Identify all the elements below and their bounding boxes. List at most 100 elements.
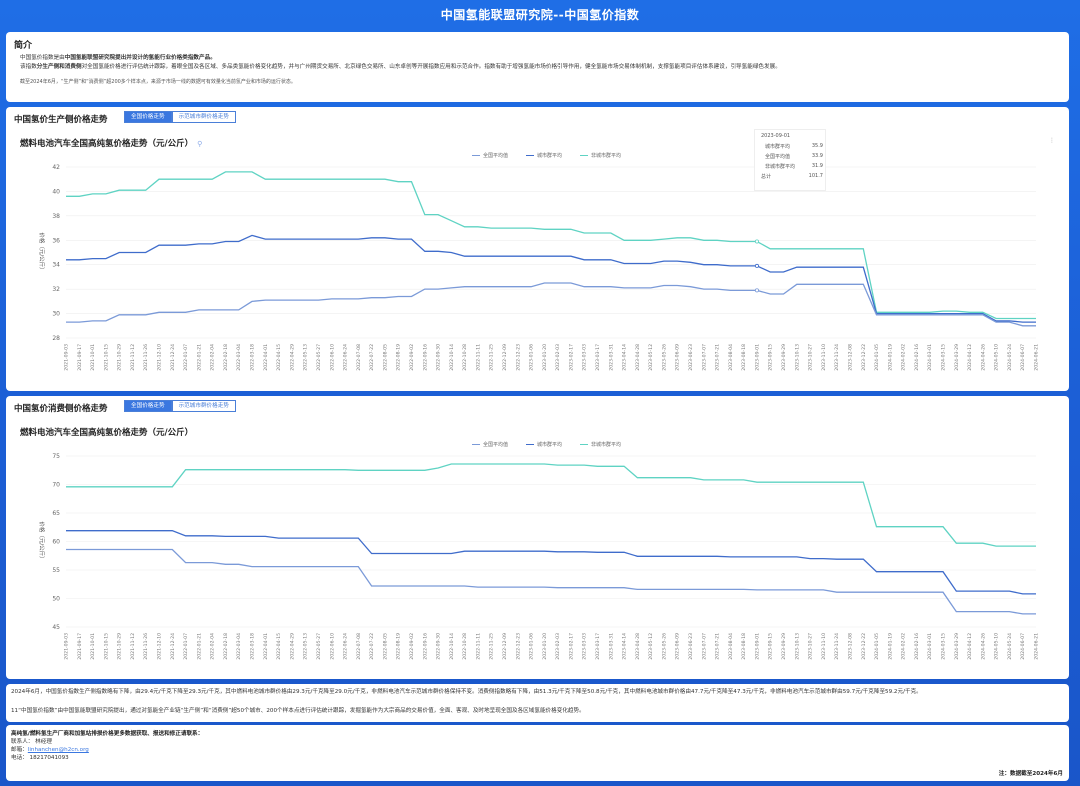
legend-item-national[interactable]: 全国平均值	[472, 441, 508, 448]
x-tick-label: 2022-05-13	[303, 344, 309, 371]
x-tick-label: 2022-04-15	[276, 344, 282, 371]
x-tick-label: 2021-10-15	[103, 344, 109, 371]
x-tick-label: 2023-10-27	[808, 633, 814, 660]
x-tick-label: 2023-03-31	[608, 633, 614, 660]
intro-panel: 简介 中国氢价指数是由中国氢能联盟研究院提出并设计的氢能行业价格类指数产品。 该…	[6, 32, 1069, 102]
tooltip-value: 33.9	[811, 153, 823, 159]
tooltip-row-total: 总计 101.7	[761, 173, 823, 180]
contact-email-row: 邮箱：linhanchen@h2cn.org	[11, 745, 89, 753]
tooltip-value: 31.9	[811, 163, 823, 169]
x-tick-label: 2021-12-10	[157, 344, 163, 371]
x-tick-label: 2023-07-07	[701, 633, 707, 660]
x-tick-label: 2023-08-18	[741, 344, 747, 371]
x-tick-label: 2024-04-26	[980, 344, 986, 371]
production-section: 28 30 32 34 36 38 40 42 价格（元/公斤） 2021-09-03 2021-0…	[6, 107, 1069, 391]
x-tick-label: 2024-01-19	[887, 344, 893, 371]
y-tick-label: 32	[52, 286, 60, 293]
x-tick-label: 2021-11-26	[143, 633, 149, 660]
x-tick-label: 2024-01-19	[887, 633, 893, 660]
x-tick-label: 2023-06-23	[688, 633, 694, 660]
x-tick-label: 2022-09-02	[409, 344, 415, 371]
x-tick-label: 2024-03-01	[927, 344, 933, 371]
x-tick-label: 2024-04-12	[967, 344, 973, 371]
legend-item-noncity[interactable]: 非城市群平均	[580, 441, 621, 448]
x-tick-label: 2022-12-23	[515, 633, 521, 660]
x-tick-label: 2022-10-28	[462, 344, 468, 371]
tab-city-cluster-price[interactable]: 示范城市群价格走势	[171, 400, 236, 412]
consumption-section-title: 中国氢价消费侧价格走势	[14, 404, 108, 414]
summary-note-panel: 2024年6月，中国氢价指数生产侧指数略有下降，由29.4元/千克下降至29.3…	[6, 684, 1069, 722]
x-tick-label: 2023-03-03	[582, 633, 588, 660]
legend-swatch	[526, 155, 535, 156]
x-tick-label: 2022-02-04	[210, 344, 216, 371]
x-tick-label: 2022-01-21	[196, 633, 202, 660]
chart-tooltip: 2023-09-01 城市群平均 35.9 全国平均值 33.9 非城市群平均 31.…	[754, 129, 826, 191]
consumption-section: 45 50 55 60 65 70 75 价格（元/公斤） 2021-09-03 2021-09-…	[6, 396, 1069, 679]
y-tick-label: 75	[52, 453, 60, 460]
x-tick-label: 2023-03-17	[595, 344, 601, 371]
x-tick-label: 2021-10-01	[90, 633, 96, 660]
x-tick-label: 2023-04-14	[622, 633, 628, 660]
x-tick-label: 2022-02-04	[210, 633, 216, 660]
x-tick-label: 2022-05-13	[303, 633, 309, 660]
x-tick-label: 2022-04-15	[276, 633, 282, 660]
series-line	[66, 548, 1036, 615]
x-tick-label: 2022-07-08	[356, 633, 362, 660]
tooltip-date: 2023-09-01	[761, 133, 791, 139]
x-tick-label: 2023-03-31	[608, 344, 614, 371]
x-tick-label: 2023-01-06	[529, 344, 535, 371]
x-tick-label: 2022-04-29	[289, 633, 295, 660]
x-tick-label: 2023-02-17	[568, 633, 574, 660]
chart-menu-icon[interactable]: ⋮	[1049, 137, 1055, 144]
y-tick-label: 45	[52, 624, 60, 631]
x-tick-label: 2022-12-09	[502, 344, 508, 371]
x-tick-label: 2023-12-08	[847, 344, 853, 371]
legend-swatch	[580, 155, 589, 156]
x-tick-label: 2022-02-18	[223, 344, 229, 371]
x-tick-label: 2024-06-07	[1020, 344, 1026, 371]
tab-national-price[interactable]: 全国价格走势	[124, 400, 172, 412]
link-icon[interactable]: ⚲	[197, 140, 202, 148]
x-tick-label: 2022-05-27	[316, 344, 322, 371]
tooltip-label: 非城市群平均	[765, 164, 796, 170]
legend-item-city[interactable]: 城市群平均	[526, 152, 562, 159]
x-tick-label: 2021-09-03	[64, 344, 70, 371]
x-tick-label: 2023-03-03	[582, 344, 588, 371]
consumption-chart: 45 50 55 60 65 70 75 价格（元/公斤） 2021-09-03 2021-09-…	[38, 453, 1040, 660]
x-tick-label: 2023-09-29	[781, 344, 787, 371]
y-axis-label: 价格（元/公斤）	[38, 232, 46, 272]
x-tick-label: 2024-03-29	[954, 344, 960, 371]
x-tick-label: 2024-06-21	[1034, 344, 1040, 371]
y-tick-label: 28	[52, 335, 60, 342]
x-tick-label: 2022-04-01	[263, 633, 269, 660]
x-tick-label: 2021-10-15	[103, 633, 109, 660]
x-tick-label: 2022-04-01	[263, 344, 269, 371]
series-line	[66, 463, 1036, 547]
x-tick-label: 2022-03-18	[250, 344, 256, 371]
x-tick-label: 2021-11-12	[130, 633, 136, 660]
legend-swatch	[472, 155, 480, 156]
legend-item-national[interactable]: 全国平均值	[472, 152, 508, 159]
legend-label: 全国平均值	[483, 442, 509, 448]
tooltip-label: 全国平均值	[765, 154, 791, 160]
tooltip-row: 城市群平均 35.9	[765, 143, 823, 150]
legend-item-noncity[interactable]: 非城市群平均	[580, 152, 621, 159]
x-tick-label: 2024-05-10	[994, 344, 1000, 371]
y-tick-label: 70	[52, 482, 60, 489]
x-tick-label: 2023-08-04	[728, 344, 734, 371]
intro-line2-mid: 对全国氢能价格进行评估统计跟踪，着眼全国及各区域、多品类氢能价格变化趋势，并与广…	[81, 64, 781, 70]
x-tick-label: 2022-10-28	[462, 633, 468, 660]
tab-city-cluster-price[interactable]: 示范城市群价格走势	[171, 111, 236, 123]
legend-item-city[interactable]: 城市群平均	[526, 441, 562, 448]
x-tick-label: 2023-05-26	[661, 344, 667, 371]
x-tick-label: 2023-03-17	[595, 633, 601, 660]
production-chart-title: 燃料电池汽车全国高纯氢价格走势（元/公斤） ⚲	[20, 137, 202, 149]
consumption-legend: 全国平均值 城市群平均 非城市群平均	[472, 441, 621, 448]
x-tick-label: 2023-06-09	[675, 344, 681, 371]
x-tick-label: 2023-02-03	[555, 344, 561, 371]
x-tick-label: 2022-06-10	[329, 344, 335, 371]
tab-national-price[interactable]: 全国价格走势	[124, 111, 172, 123]
x-tick-label: 2023-07-21	[715, 344, 721, 371]
x-tick-label: 2024-01-05	[874, 344, 880, 371]
x-tick-label: 2023-02-03	[555, 633, 561, 660]
